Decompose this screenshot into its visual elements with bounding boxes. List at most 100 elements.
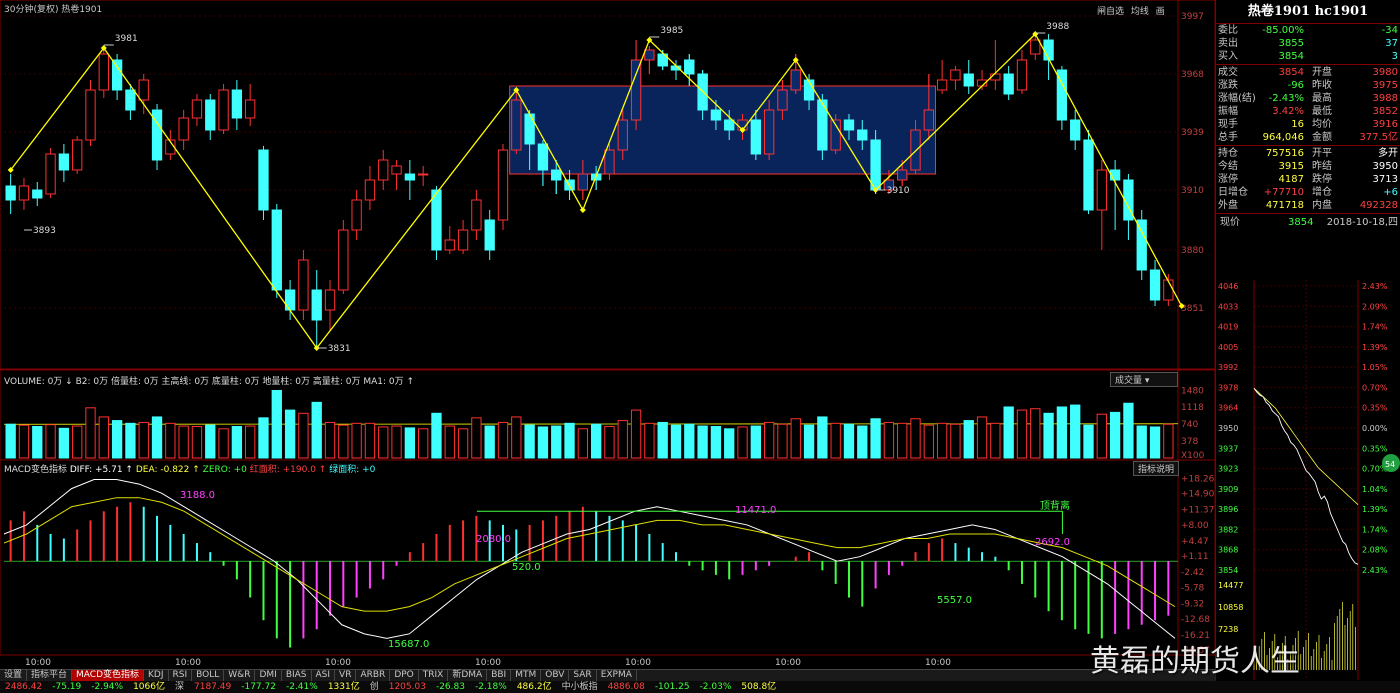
ma-button[interactable]: 均线 [1131, 7, 1149, 17]
volume-bar [178, 425, 189, 459]
volume-bar [5, 423, 16, 459]
status-item: 486.2亿 [516, 682, 552, 692]
candle [85, 89, 96, 141]
macd-annotation: 2692.0 [1035, 537, 1070, 548]
quote-row: 振幅 3.42% 最低 3852 [1216, 105, 1400, 118]
kline-chart-area[interactable]: 3997 3968 3939 3910 3880 3851 3981 3893 3831 3985… [0, 0, 1215, 669]
price-annotation: 3893 [33, 226, 56, 236]
mini-axis-label: 3896 [1218, 505, 1238, 514]
intraday-chart[interactable]: 4046 4033 4019 4005 3992 3978 3964 3950 3937 3923… [1216, 280, 1400, 680]
tab-17[interactable]: OBV [541, 670, 570, 681]
tab-7[interactable]: DMI [255, 670, 282, 681]
price-axis-label: 3997 [1181, 12, 1204, 22]
volume-bar [125, 422, 136, 459]
macd-annotation: 15687.0 [388, 639, 429, 650]
quote-label: 外盘 [1218, 200, 1238, 211]
tab-18[interactable]: SAR [569, 670, 597, 681]
volume-bar [298, 412, 309, 459]
volume-bar [364, 422, 376, 459]
tab-1[interactable]: 指标平台 [27, 670, 73, 681]
volume-bar [98, 416, 109, 459]
volume-bar [910, 418, 921, 459]
quote-row: 持仓 757516 开平 多开 [1216, 147, 1400, 160]
candle [245, 99, 256, 119]
macd-axis-label: -5.78 [1181, 583, 1205, 593]
macd-annotation: 3188.0 [180, 490, 215, 501]
tab-2[interactable]: MACD变色指标 [72, 670, 145, 681]
quote-value-2: 492328 [1359, 200, 1398, 211]
mini-axis-label: 3937 [1218, 444, 1238, 453]
status-item: -177.72 [241, 682, 276, 692]
mini-axis-label: 7238 [1218, 625, 1238, 634]
tab-13[interactable]: TRIX [419, 670, 449, 681]
draw-button[interactable]: 画 [1156, 7, 1165, 17]
candle [404, 173, 416, 181]
quote-row: 日增仓 +77710 增仓 +6 [1216, 186, 1400, 199]
volume-bar [378, 426, 389, 459]
quote-row: 涨幅(结) -2.43% 最高 3988 [1216, 92, 1400, 105]
tab-4[interactable]: RSI [169, 670, 193, 681]
volume-bar [511, 416, 522, 459]
tab-9[interactable]: ASI [312, 670, 336, 681]
candle [617, 119, 628, 151]
tab-14[interactable]: 新DMA [448, 670, 488, 681]
mini-axis-label: 3882 [1218, 525, 1238, 534]
quote-value-2: 3916 [1372, 119, 1398, 130]
quote-value-2: 3988 [1372, 93, 1398, 104]
volume-bar [1083, 424, 1094, 459]
quote-label: 成交 [1218, 67, 1238, 78]
tab-15[interactable]: BBI [487, 670, 512, 681]
price-annotation: 3910 [887, 186, 910, 196]
quote-value: 3915 [1278, 161, 1304, 172]
volume-bar [444, 425, 455, 459]
tab-3[interactable]: KDJ [144, 670, 169, 681]
mini-axis-label: 14477 [1218, 581, 1243, 590]
candle [431, 189, 442, 251]
indicator-help-button[interactable]: 指标说明 [1133, 461, 1180, 476]
tab-5[interactable]: BOLL [192, 670, 225, 681]
quote-label: 总手 [1218, 132, 1238, 143]
tab-11[interactable]: ARBR [356, 670, 391, 681]
candle [72, 139, 83, 171]
macd-axis-label: -9.32 [1181, 600, 1204, 610]
candle [630, 59, 642, 121]
status-item: 1066亿 [133, 682, 165, 692]
volume-bar [843, 423, 855, 459]
macd-axis-label: +1.11 [1181, 552, 1209, 562]
mini-pct-label: 1.39% [1362, 343, 1388, 352]
macd-annotation: 顶背离 [1040, 499, 1070, 512]
mini-axis-label: 3978 [1218, 383, 1238, 392]
quote-label: 现手 [1218, 119, 1238, 130]
volume-bar [258, 417, 269, 459]
zigzag-vertex [579, 207, 586, 213]
candle [777, 89, 788, 111]
tab-8[interactable]: BIAS [282, 670, 312, 681]
volume-bar [404, 427, 416, 459]
mini-pct-label: 1.05% [1362, 363, 1388, 372]
candle [125, 89, 136, 111]
volume-bar [551, 425, 562, 459]
volume-bar [351, 422, 362, 459]
tab-16[interactable]: MTM [511, 670, 542, 681]
quote-value-2: 3713 [1372, 174, 1398, 185]
volume-bar [72, 425, 83, 459]
tab-12[interactable]: DPO [390, 670, 419, 681]
mini-axis-label: 3923 [1218, 465, 1238, 474]
watchlist-button[interactable]: 闸自选 [1097, 7, 1124, 17]
volume-dropdown[interactable]: 成交量 ▾ [1110, 372, 1178, 387]
tab-19[interactable]: EXPMA [597, 670, 637, 681]
tab-10[interactable]: VR [335, 670, 357, 681]
volume-bar [1030, 408, 1041, 459]
volume-bar [777, 423, 788, 459]
candle [324, 289, 336, 311]
volume-axis-label: X100 [1181, 451, 1205, 461]
mini-pct-label: 0.35% [1362, 404, 1388, 413]
macd-name: MACD变色指标 [4, 465, 67, 475]
quote-value-2: +6 [1383, 187, 1398, 198]
candle [604, 149, 615, 175]
quote-row: 外盘 471718 内盘 492328 [1216, 199, 1400, 212]
macd-axis-label: +11.37 [1181, 506, 1214, 516]
time-axis-label: 10:00 [325, 658, 351, 668]
tab-0[interactable]: 设置 [0, 670, 28, 681]
tab-6[interactable]: W&R [224, 670, 256, 681]
